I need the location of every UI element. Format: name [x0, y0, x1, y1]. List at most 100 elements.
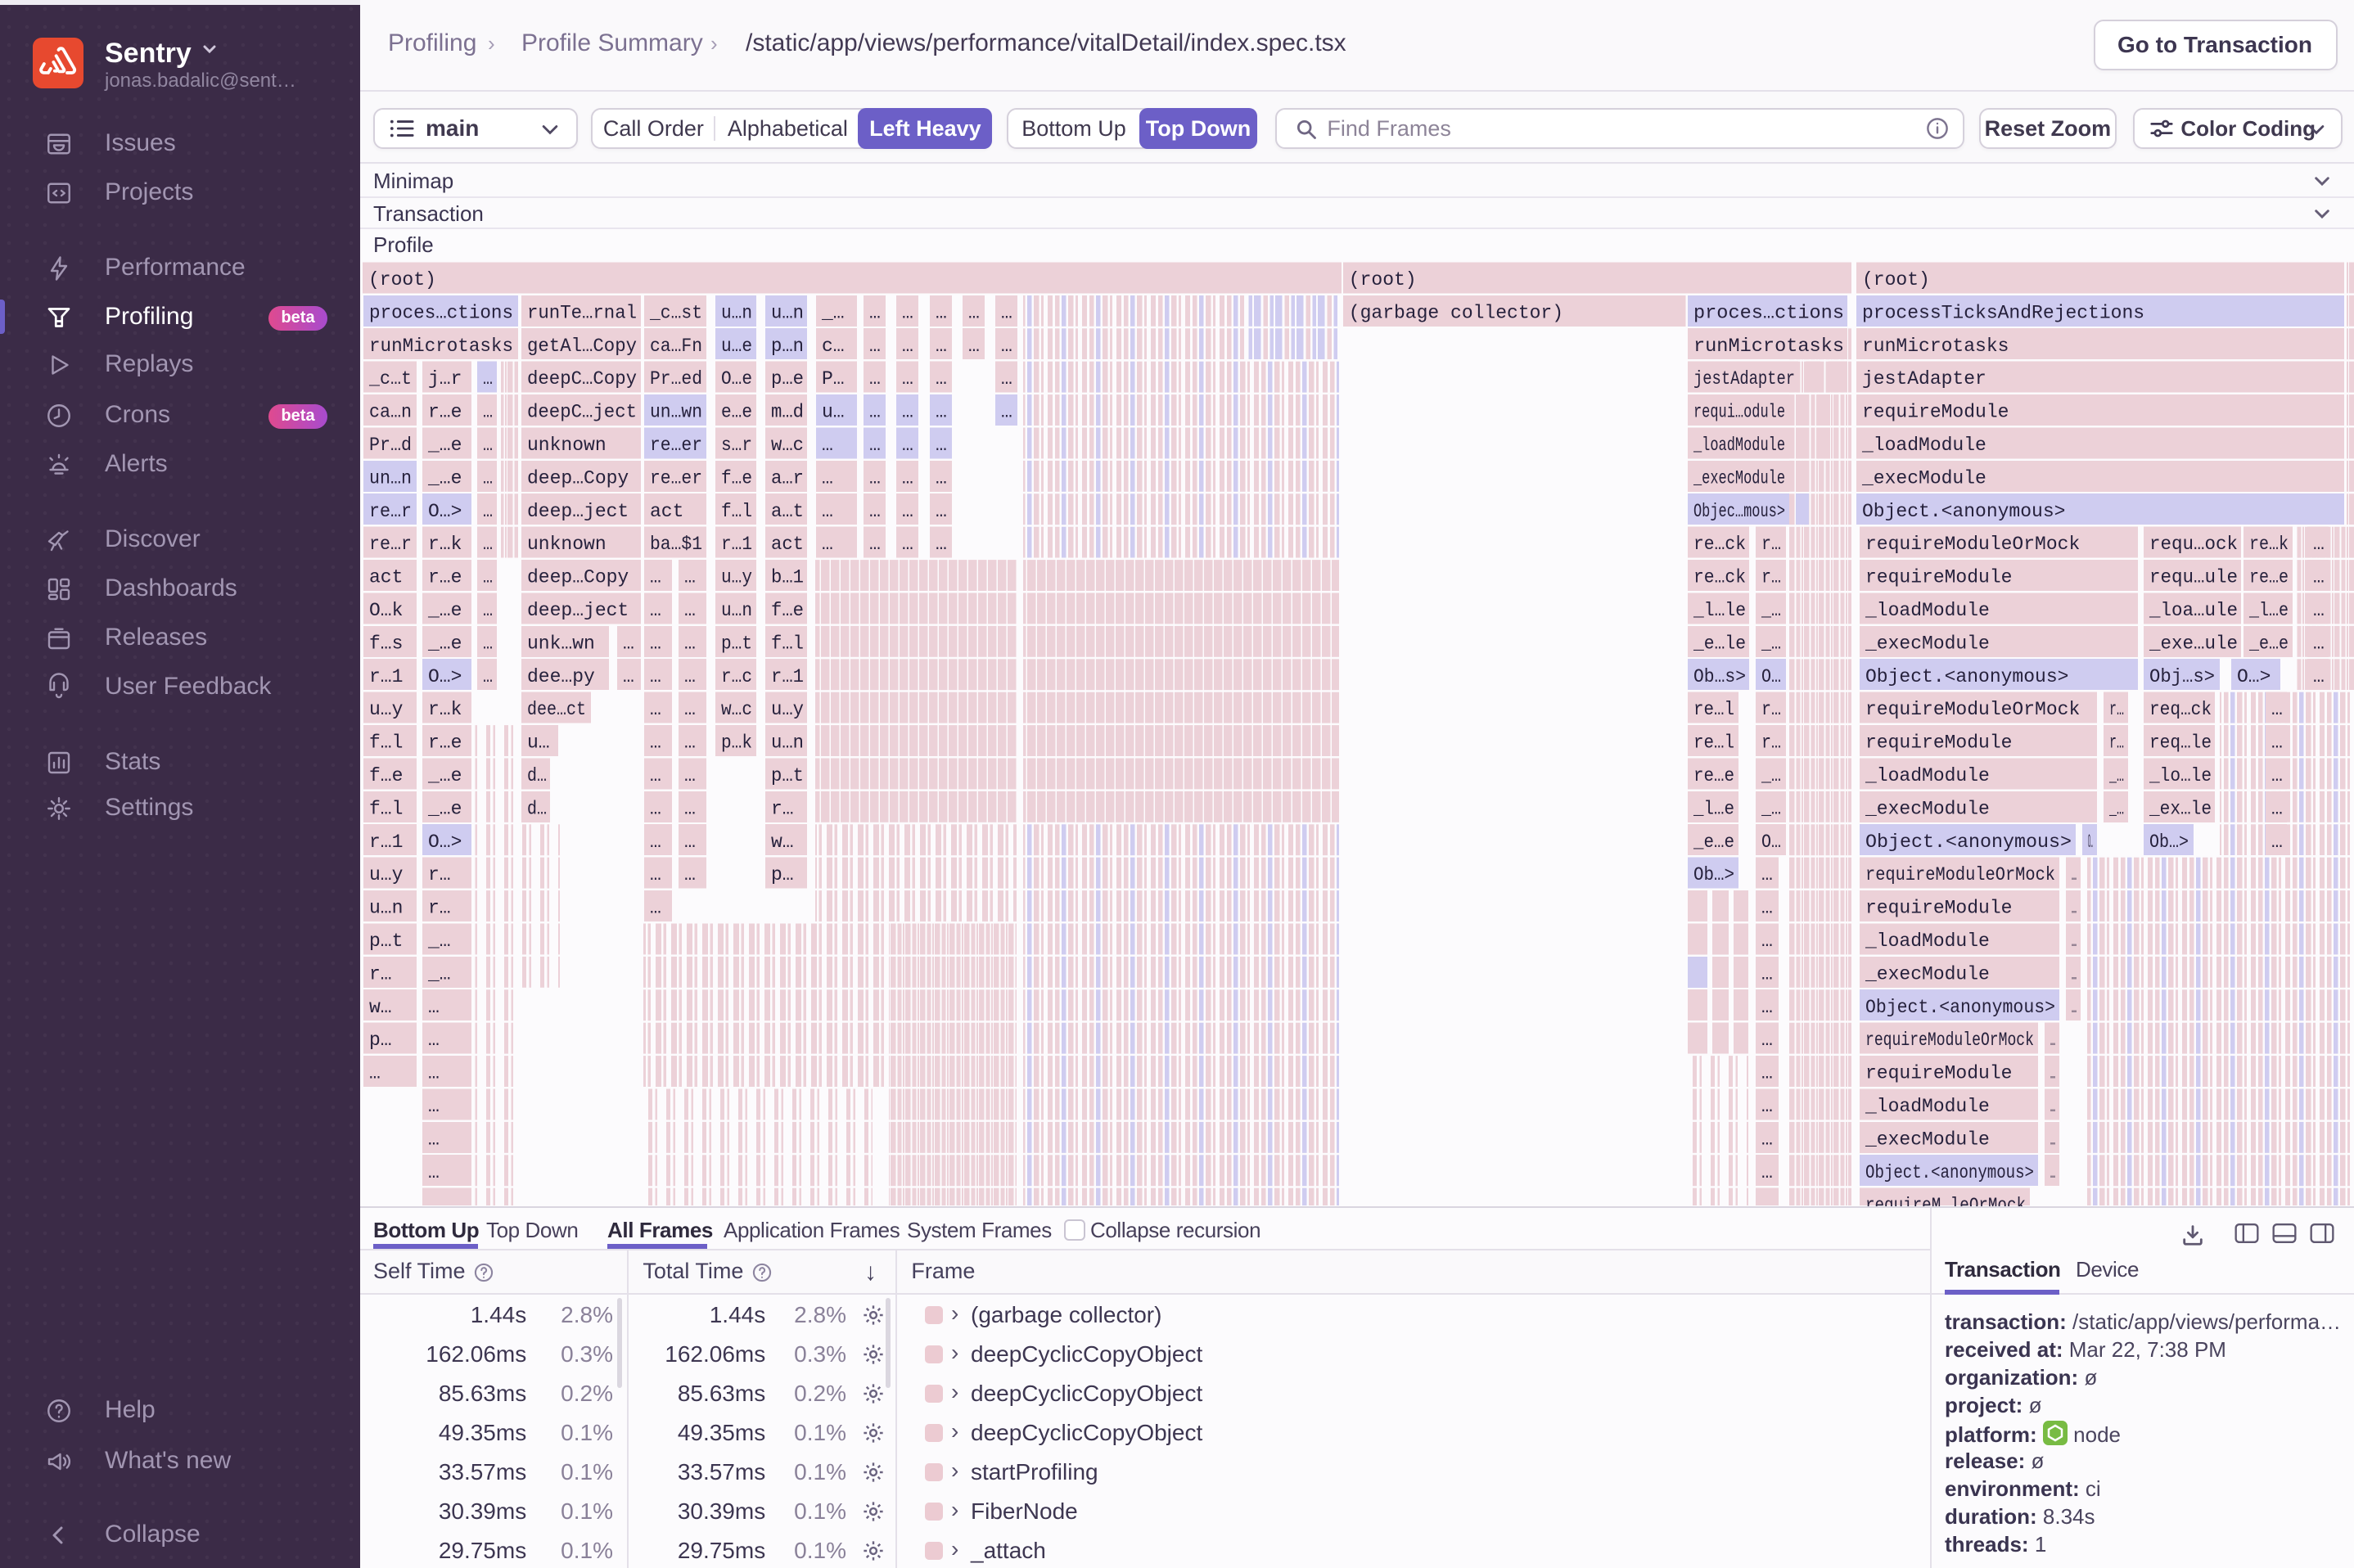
svg-text:_…e: _…e: [427, 467, 462, 489]
svg-text:f…e: f…e: [771, 600, 804, 621]
svg-text:r…e: r…e: [428, 567, 462, 588]
svg-text:r…1: r…1: [369, 831, 403, 853]
svg-text:re…l: re…l: [1693, 699, 1734, 720]
svg-text:w…: w…: [771, 831, 794, 853]
svg-text:…: …: [483, 467, 493, 489]
svg-text:requireModuleOrMock: requireModuleOrMock: [1865, 534, 2080, 555]
svg-text:w…: w…: [369, 997, 392, 1018]
svg-text:…: …: [428, 997, 440, 1018]
svg-text:…: …: [2313, 666, 2325, 687]
svg-text:w…c: w…c: [771, 435, 804, 456]
svg-text:_l…le: _l…le: [1693, 600, 1746, 621]
svg-text:u…: u…: [527, 732, 550, 754]
svg-text:re…l: re…l: [1693, 732, 1734, 754]
svg-text:_lo…le: _lo…le: [2149, 765, 2212, 786]
svg-text:act: act: [771, 534, 804, 555]
svg-text:requ…ock: requ…ock: [2149, 534, 2238, 555]
svg-text:r…c: r…c: [721, 666, 752, 687]
svg-text:deep…Copy: deep…Copy: [527, 467, 629, 489]
svg-text:re…er: re…er: [650, 435, 702, 456]
svg-text:r…k: r…k: [428, 699, 462, 720]
svg-text:f…e: f…e: [369, 765, 403, 786]
svg-text:…: …: [2072, 997, 2077, 1018]
svg-text:…: …: [1761, 1162, 1773, 1183]
svg-text:…: …: [902, 368, 913, 390]
svg-text:r…: r…: [1761, 699, 1781, 720]
svg-text:O…: O…: [1761, 666, 1781, 687]
svg-text:processTicksAndRejections: processTicksAndRejections: [1862, 302, 2144, 323]
svg-text:f…l: f…l: [721, 501, 752, 522]
svg-text:_…: _…: [427, 930, 451, 952]
svg-text:…: …: [968, 302, 980, 323]
svg-text:…: …: [822, 467, 833, 489]
svg-text:O…: O…: [1761, 831, 1781, 853]
svg-text:…: …: [684, 699, 696, 720]
svg-text:O…>: O…>: [2237, 666, 2271, 687]
svg-text:u…: u…: [822, 402, 845, 423]
svg-text:d…: d…: [527, 765, 547, 786]
svg-text:p…n: p…n: [771, 336, 804, 357]
svg-text:…: …: [2050, 1162, 2055, 1183]
svg-text:runMicrotasks: runMicrotasks: [1862, 336, 2009, 357]
svg-text:…: …: [483, 368, 493, 390]
svg-text:…: …: [684, 765, 696, 786]
svg-text:f…s: f…s: [369, 633, 403, 654]
svg-text:u…y: u…y: [771, 699, 804, 720]
svg-text:re…k: re…k: [2249, 534, 2289, 555]
svg-text:_…e: _…e: [427, 600, 462, 621]
svg-text:…: …: [1761, 1195, 1773, 1206]
svg-text:…: …: [483, 402, 493, 423]
svg-text:p…: p…: [369, 1030, 392, 1051]
svg-text:Object.<anonymous>: Object.<anonymous>: [1862, 501, 2065, 522]
svg-text:jestAdapter: jestAdapter: [1862, 368, 1986, 390]
svg-text:u…n: u…n: [771, 732, 804, 754]
svg-text:(garbage collector): (garbage collector): [1349, 302, 1563, 323]
svg-text:re…r: re…r: [369, 501, 412, 522]
svg-text:_…: _…: [2108, 765, 2124, 786]
svg-text:…: …: [650, 666, 661, 687]
svg-text:requ…ule: requ…ule: [2149, 567, 2238, 588]
svg-text:…: …: [428, 1096, 440, 1117]
svg-text:Pr…d: Pr…d: [369, 435, 412, 456]
svg-text:…: …: [1761, 898, 1773, 919]
svg-text:…: …: [822, 534, 833, 555]
svg-text:a…r: a…r: [771, 467, 804, 489]
svg-text:…: …: [483, 567, 493, 588]
svg-text:Ob…>: Ob…>: [2149, 831, 2189, 853]
svg-text:…: …: [684, 666, 696, 687]
svg-text:requireModule: requireModule: [1865, 732, 2012, 754]
svg-text:…: …: [869, 336, 881, 357]
svg-text:_loadModule: _loadModule: [1693, 435, 1785, 456]
svg-text:O…e: O…e: [721, 368, 752, 390]
svg-text:ca…Fn: ca…Fn: [650, 336, 702, 357]
svg-text:requireModule: requireModule: [1862, 402, 2009, 423]
svg-text:…: …: [936, 368, 947, 390]
svg-text:r…: r…: [1761, 732, 1781, 754]
svg-text:r…e: r…e: [428, 732, 462, 754]
svg-text:…: …: [2072, 864, 2077, 885]
svg-text:p…t: p…t: [721, 633, 752, 654]
svg-text:…: …: [1761, 963, 1773, 985]
svg-text:_execModule: _execModule: [1693, 467, 1785, 489]
svg-text:…: …: [869, 467, 881, 489]
svg-text:requi…odule: requi…odule: [1693, 402, 1785, 423]
svg-text:…: …: [623, 633, 634, 654]
svg-text:Object.<anonymous>: Object.<anonymous>: [1865, 666, 2068, 687]
svg-text:u…n: u…n: [721, 600, 752, 621]
svg-text:…: …: [2313, 633, 2325, 654]
svg-text:f…l: f…l: [369, 798, 403, 819]
svg-text:…: …: [902, 336, 913, 357]
svg-text:(root): (root): [1862, 269, 1930, 291]
svg-text:_execModule: _execModule: [1865, 798, 1990, 819]
svg-text:Objec…mous>: Objec…mous>: [1693, 501, 1785, 522]
svg-text:Object.<anonymous>: Object.<anonymous>: [1865, 1162, 2034, 1183]
svg-text:…: …: [650, 831, 661, 853]
svg-text:act: act: [650, 501, 683, 522]
svg-text:s…r: s…r: [721, 435, 752, 456]
svg-text:p…k: p…k: [721, 732, 752, 754]
svg-text:r…: r…: [428, 864, 451, 885]
svg-text:_loadModule: _loadModule: [1865, 765, 1990, 786]
svg-text:p…: p…: [771, 864, 794, 885]
svg-text:O…>: O…>: [428, 831, 462, 853]
svg-text:Object.<anonymous>: Object.<anonymous>: [1865, 831, 2072, 853]
